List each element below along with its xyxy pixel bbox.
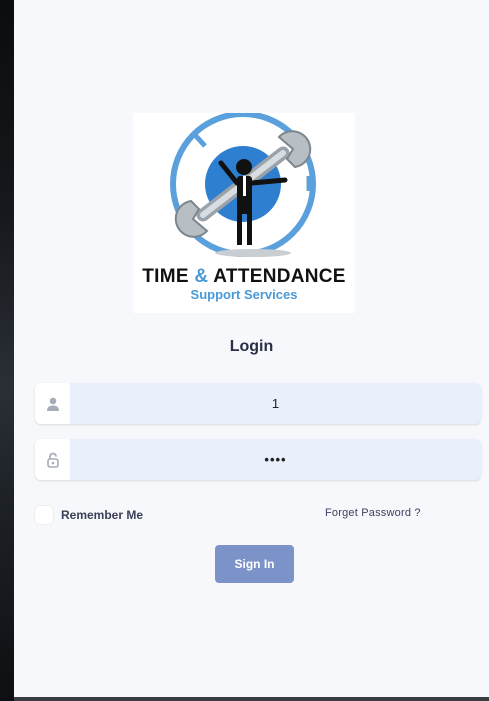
forget-password-link[interactable]: Forget Password ? <box>325 507 421 519</box>
username-input[interactable] <box>70 383 481 424</box>
remember-me-label[interactable]: Remember Me <box>61 508 143 522</box>
remember-me-checkbox[interactable] <box>35 506 53 524</box>
password-icon-box <box>35 439 70 480</box>
logo-title: TIME & ATTENDANCE <box>142 266 346 287</box>
password-field[interactable] <box>35 439 481 480</box>
lock-icon <box>46 452 59 468</box>
password-input[interactable] <box>70 439 481 480</box>
sign-in-button[interactable]: Sign In <box>215 545 294 583</box>
logo-ampersand: & <box>194 266 209 287</box>
logo-subtitle: Support Services <box>190 287 298 302</box>
username-field[interactable] <box>35 383 481 424</box>
user-icon <box>46 397 59 411</box>
company-logo: TIME & ATTENDANCE Support Services <box>133 113 355 313</box>
bottom-edge <box>14 697 489 701</box>
page-title: Login <box>229 338 274 355</box>
background-image-strip <box>0 0 14 701</box>
remember-me[interactable]: Remember Me <box>35 506 143 524</box>
username-icon-box <box>35 383 70 424</box>
